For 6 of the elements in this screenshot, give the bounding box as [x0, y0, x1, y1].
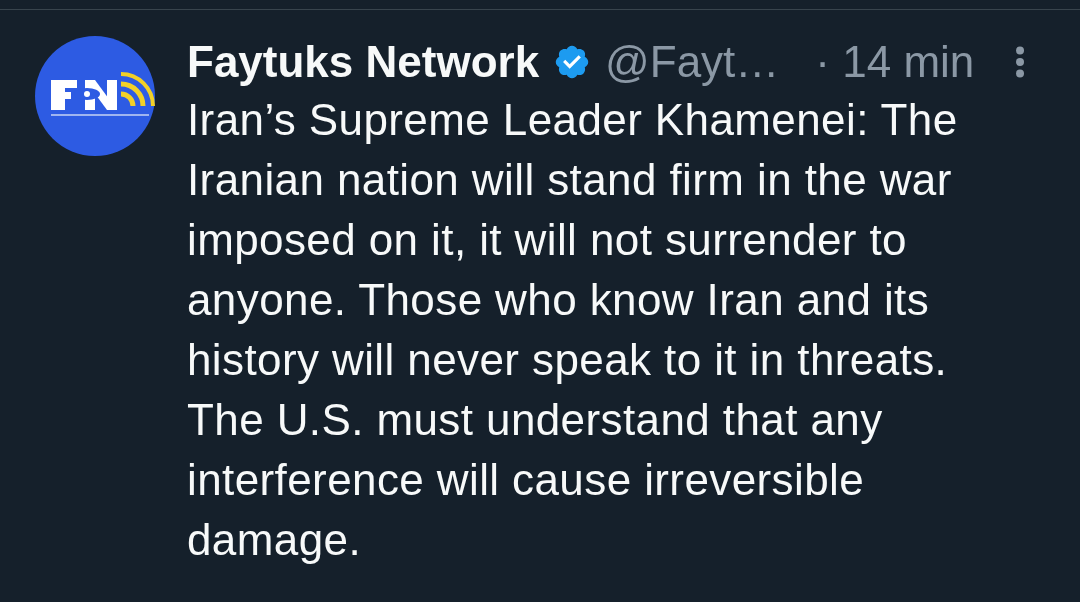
- avatar[interactable]: [35, 36, 155, 156]
- post-text: Iran’s Supreme Leader Khamenei: The Iranian nation will stand firm in the war imposed on it, it will not surrender to anyone. Those who know Iran and its history will never speak to it in threats. The U.S. must understand that any interference will cause irreversible damage.: [187, 94, 959, 566]
- author-name[interactable]: Faytuks Network: [187, 36, 540, 88]
- more-icon: [1015, 46, 1025, 78]
- post-time[interactable]: · 14 min: [815, 36, 975, 88]
- author-handle[interactable]: @Fayt…: [605, 36, 780, 88]
